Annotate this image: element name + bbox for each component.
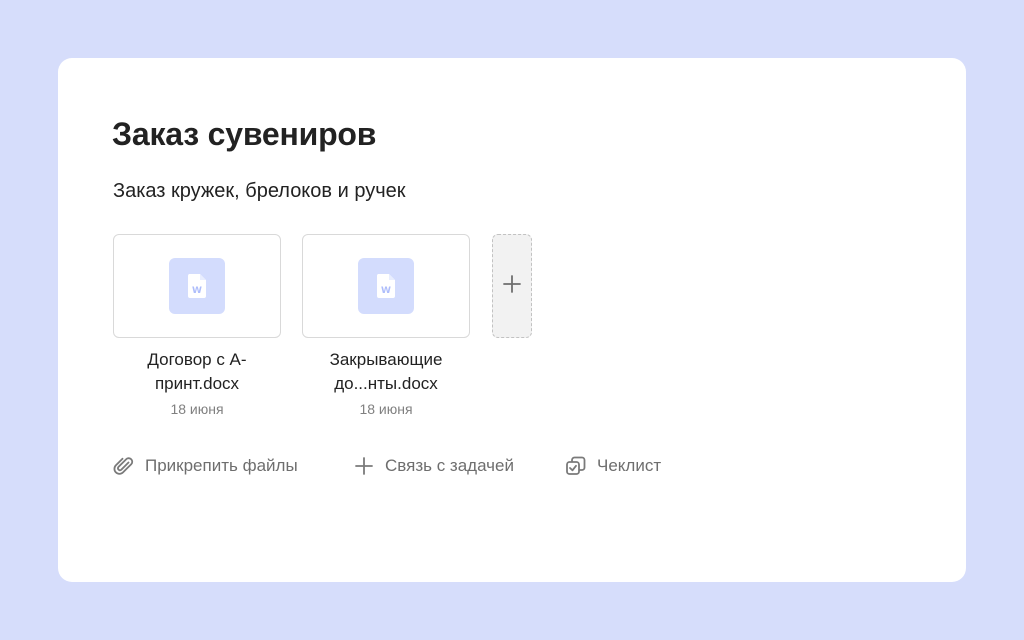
attachment-name-line: Договор с А- <box>147 350 247 369</box>
attachment-name: Закрывающие до...нты.docx <box>302 348 470 396</box>
add-attachment-button[interactable] <box>492 234 532 338</box>
checklist-icon <box>565 455 587 477</box>
attachment-name: Договор с А- принт.docx <box>113 348 281 396</box>
task-title[interactable]: Заказ сувениров <box>112 116 376 153</box>
attach-files-label: Прикрепить файлы <box>145 456 298 475</box>
attachment-name-line: Закрывающие <box>329 350 443 369</box>
attachment-date: 18 июня <box>170 401 224 417</box>
link-task-label: Связь с задачей <box>385 456 514 475</box>
attach-files-button[interactable]: Прикрепить файлы <box>113 452 298 480</box>
plus-icon <box>502 274 522 299</box>
checklist-label: Чеклист <box>597 456 662 475</box>
word-document-icon: W <box>169 258 225 314</box>
word-document-icon: W <box>358 258 414 314</box>
attachment-item[interactable]: W Договор с А- принт.docx 18 июня <box>113 234 281 417</box>
paperclip-icon <box>113 455 135 477</box>
checklist-button[interactable]: Чеклист <box>565 452 661 480</box>
attachment-thumbnail[interactable]: W <box>113 234 281 338</box>
task-card: Заказ сувениров Заказ кружек, брелоков и… <box>58 58 966 582</box>
link-task-button[interactable]: Связь с задачей <box>353 452 514 480</box>
attachment-date: 18 июня <box>359 401 413 417</box>
attachment-name-line: до...нты.docx <box>334 374 438 393</box>
task-description[interactable]: Заказ кружек, брелоков и ручек <box>113 180 406 203</box>
attachment-thumbnail[interactable]: W <box>302 234 470 338</box>
plus-icon <box>353 455 375 477</box>
svg-text:W: W <box>381 286 391 296</box>
attachment-item[interactable]: W Закрывающие до...нты.docx 18 июня <box>302 234 470 417</box>
attachment-name-line: принт.docx <box>154 374 240 393</box>
svg-text:W: W <box>192 286 202 296</box>
